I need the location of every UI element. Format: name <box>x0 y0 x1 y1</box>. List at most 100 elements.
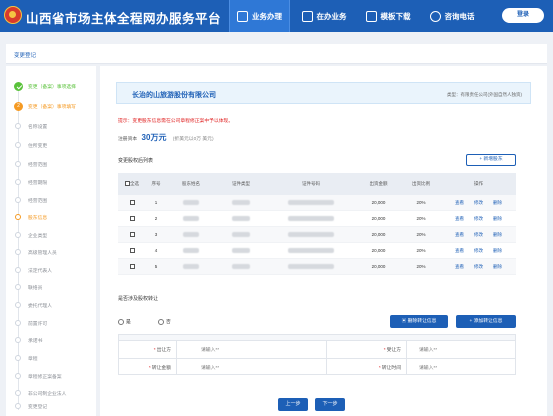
step-dot-icon <box>15 284 21 290</box>
step-dot-icon <box>15 390 21 396</box>
redacted-name <box>183 200 199 206</box>
nav-business-label: 业务办理 <box>252 11 282 21</box>
step-label: 经营范围 <box>28 199 48 204</box>
briefcase-icon <box>237 10 248 22</box>
radio-circle-icon <box>158 318 164 325</box>
step-dot-icon <box>15 197 21 203</box>
capital-value: 30万元 <box>141 133 167 142</box>
transfer-time-input[interactable]: 请输入** <box>419 364 437 371</box>
step-item[interactable]: 非公司制企业法人 <box>6 388 96 400</box>
step-item[interactable]: 变更登记 <box>6 401 96 413</box>
row-checkbox[interactable] <box>129 232 135 238</box>
column-header: 股东姓名 <box>182 181 200 186</box>
breadcrumb-bar: 变更登记 <box>6 44 547 64</box>
table-row: 2 20,000 20% 查看 修改 删除 <box>118 211 516 227</box>
step-dot-icon <box>15 355 21 361</box>
step-dot-icon <box>15 179 21 185</box>
step-item[interactable]: 经营范围 <box>6 195 96 207</box>
nav-in-progress[interactable]: 在办业务 <box>292 0 356 32</box>
step-item[interactable]: 前置许可 <box>6 318 96 330</box>
prev-step-button[interactable]: 上一步 <box>278 398 308 411</box>
select-all-header[interactable]: 全选 <box>118 181 146 187</box>
edit-link[interactable]: 修改 <box>474 216 483 221</box>
step-dot-icon <box>15 373 21 379</box>
edit-link[interactable]: 修改 <box>474 200 483 205</box>
shareholder-table: 全选 序号 股东姓名 证件类型 证件号码 出资金额 出资比例 操作 1 20,0… <box>118 173 516 275</box>
platform-title: 山西省市场主体全程网办服务平台 <box>26 12 222 26</box>
step-label: 企业类型 <box>28 234 48 239</box>
document-icon <box>301 10 313 22</box>
add-shareholder-button[interactable]: + 新增股东 <box>466 154 516 166</box>
step-item[interactable]: 经营范围 <box>6 159 96 171</box>
delete-link[interactable]: 删除 <box>493 216 502 221</box>
step-item[interactable]: 章程 <box>6 353 96 365</box>
nav-templates-label: 模板下载 <box>380 11 411 21</box>
amount-cell: 20,000 <box>371 248 386 253</box>
edit-link[interactable]: 修改 <box>474 264 483 269</box>
step-item[interactable]: 章程修正案备案 <box>6 371 96 383</box>
ratio-cell: 20% <box>416 216 426 221</box>
view-link[interactable]: 查看 <box>455 232 464 237</box>
step-item[interactable]: 法定代表人 <box>6 265 96 277</box>
step-item[interactable]: 承诺书 <box>6 335 96 347</box>
redacted-id-type <box>232 264 250 270</box>
step-label: 章程修正案备案 <box>28 375 62 380</box>
redacted-id-number <box>288 216 334 222</box>
row-checkbox[interactable] <box>129 248 135 254</box>
redacted-name <box>183 248 199 254</box>
step-item[interactable]: 联络员 <box>6 282 96 294</box>
redacted-id-number <box>288 200 334 206</box>
row-checkbox[interactable] <box>129 216 135 222</box>
step-item[interactable]: 委托代理人 <box>6 300 96 312</box>
amount-cell: 20,000 <box>371 216 386 221</box>
row-checkbox[interactable] <box>129 200 135 206</box>
radio-yes[interactable]: 是 <box>118 318 131 325</box>
step-item[interactable]: 高级管理人员 <box>6 247 96 259</box>
redacted-name <box>183 232 199 238</box>
delete-link[interactable]: 删除 <box>493 200 502 205</box>
step-item[interactable]: 经营期限 <box>6 177 96 189</box>
view-link[interactable]: 查看 <box>455 216 464 221</box>
nav-templates[interactable]: 模板下载 <box>356 0 420 32</box>
redacted-id-number <box>288 264 334 270</box>
check-icon <box>14 82 23 91</box>
edit-link[interactable]: 修改 <box>474 232 483 237</box>
step-item[interactable]: 变更（备案）事项选择 <box>6 81 96 93</box>
delete-transfer-button[interactable]: ▣ 删除转让信息 <box>390 315 448 328</box>
step-dot-icon <box>15 320 21 326</box>
nav-consult[interactable]: 咨询电话 <box>420 0 484 32</box>
column-header: 全选 <box>130 181 139 186</box>
column-header: 证件类型 <box>232 181 250 186</box>
step-item[interactable]: 2 变更（备案）事项填写 <box>6 101 96 113</box>
login-button[interactable]: 登录 <box>502 8 544 23</box>
step-item[interactable]: 企业类型 <box>6 230 96 242</box>
radio-no[interactable]: 否 <box>158 318 171 325</box>
step-label: 股东信息 <box>28 216 48 221</box>
step-item[interactable]: 名称设置 <box>6 121 96 133</box>
column-header: 操作 <box>474 181 483 186</box>
nav-business[interactable]: 业务办理 <box>229 0 290 32</box>
page-title: 变更登记 <box>14 53 37 59</box>
redacted-id-number <box>288 248 334 254</box>
add-transfer-button[interactable]: + 添加转让信息 <box>456 315 516 328</box>
next-step-button[interactable]: 下一步 <box>315 398 345 411</box>
transfer-amount-input[interactable]: 请输入** <box>201 364 219 371</box>
ratio-cell: 20% <box>416 200 426 205</box>
step-item[interactable]: 住所变更 <box>6 140 96 152</box>
column-header: 序号 <box>151 181 161 186</box>
edit-link[interactable]: 修改 <box>474 248 483 253</box>
delete-link[interactable]: 删除 <box>493 248 502 253</box>
transferee-input[interactable]: 请输入** <box>419 346 437 353</box>
view-link[interactable]: 查看 <box>455 248 464 253</box>
step-item[interactable]: 股东信息 <box>6 212 96 224</box>
table-header: 全选 序号 股东姓名 证件类型 证件号码 出资金额 出资比例 操作 <box>118 173 516 195</box>
shareholder-section-title: 变更股权后列表 <box>118 158 154 164</box>
transferor-input[interactable]: 请输入** <box>201 346 219 353</box>
delete-link[interactable]: 删除 <box>493 232 502 237</box>
view-link[interactable]: 查看 <box>455 200 464 205</box>
view-link[interactable]: 查看 <box>455 264 464 269</box>
delete-link[interactable]: 删除 <box>493 264 502 269</box>
redacted-name <box>183 216 199 222</box>
row-checkbox[interactable] <box>129 264 135 270</box>
table-row: 5 20,000 20% 查看 修改 删除 <box>118 259 516 275</box>
